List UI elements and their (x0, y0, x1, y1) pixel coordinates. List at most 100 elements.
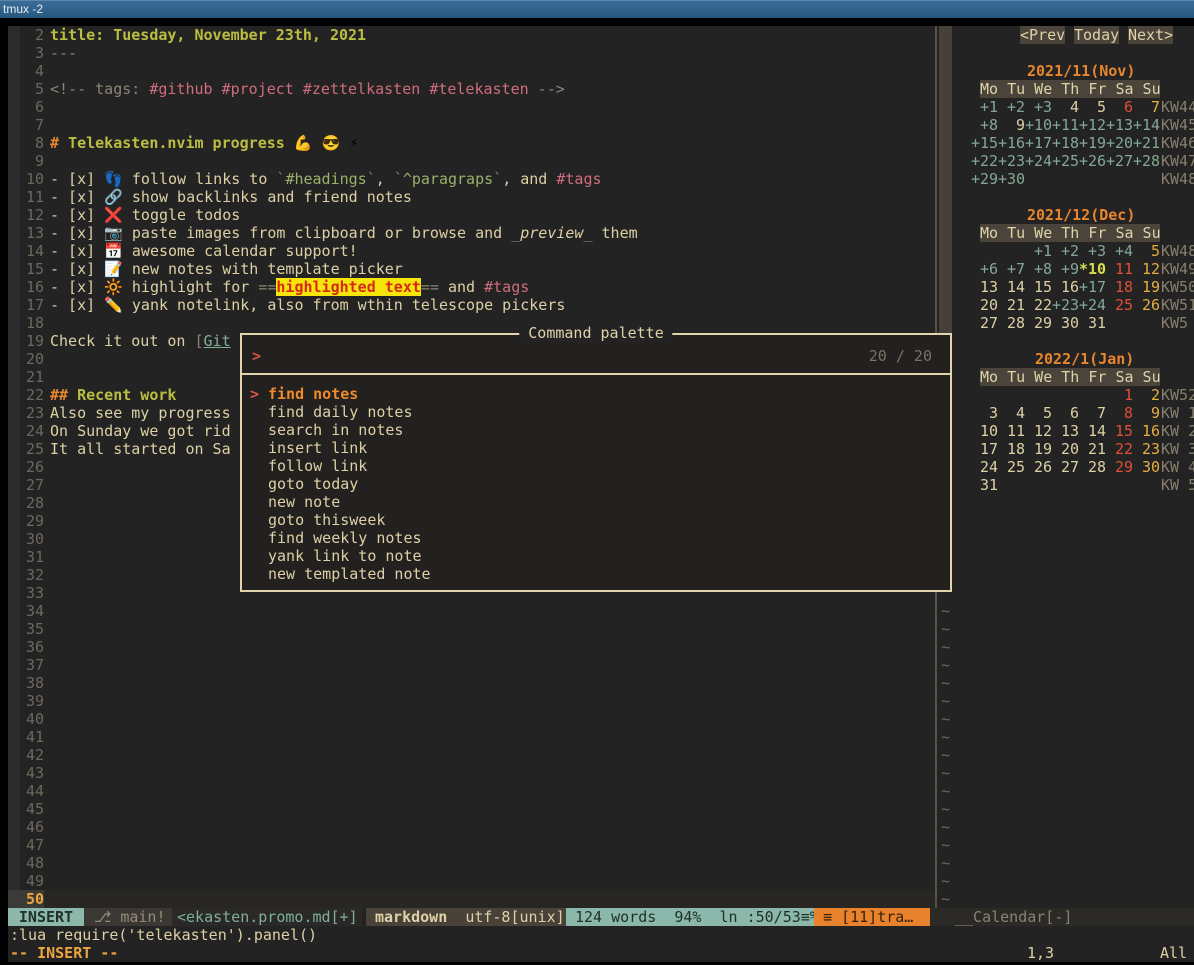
editor-line-46[interactable]: 46 (8, 818, 935, 836)
calendar-day[interactable]: +23 (1052, 296, 1079, 314)
calendar-day[interactable]: 9 (1133, 404, 1160, 422)
calendar-day[interactable]: 7 (1133, 98, 1160, 116)
calendar-day[interactable]: +20 (1106, 134, 1133, 152)
calendar-day[interactable]: 16 (1052, 278, 1079, 296)
editor-line-18[interactable]: 18 (8, 314, 935, 332)
palette-item[interactable]: follow link (242, 457, 950, 475)
palette-item[interactable]: yank link to note (242, 547, 950, 565)
calendar-day[interactable]: 1 (1106, 386, 1133, 404)
calendar-day[interactable]: 15 (1106, 422, 1133, 440)
calendar-day[interactable]: 25 (1106, 296, 1133, 314)
calendar-day[interactable]: 20 (1052, 440, 1079, 458)
editor-line-7[interactable]: 7 (8, 116, 935, 134)
editor-line-48[interactable]: 48 (8, 854, 935, 872)
editor-line-42[interactable]: 42 (8, 746, 935, 764)
calendar-nav-prev[interactable]: <Prev (1020, 26, 1065, 44)
calendar-day[interactable]: 11 (998, 422, 1025, 440)
calendar-day[interactable]: +11 (1052, 116, 1079, 134)
calendar-day[interactable]: 19 (1025, 440, 1052, 458)
calendar-day[interactable]: 2 (1133, 386, 1160, 404)
editor-line-4[interactable]: 4 (8, 62, 935, 80)
calendar-day[interactable]: 15 (1025, 278, 1052, 296)
palette-item[interactable]: insert link (242, 439, 950, 457)
calendar-day[interactable]: 13 (1052, 422, 1079, 440)
editor-line-41[interactable]: 41 (8, 728, 935, 746)
calendar-day[interactable]: 10 (971, 422, 998, 440)
calendar-day[interactable]: +6 (971, 260, 998, 278)
calendar-day[interactable]: +15 (971, 134, 998, 152)
editor-line-3[interactable]: 3--- (8, 44, 935, 62)
calendar-day[interactable]: +7 (998, 260, 1025, 278)
palette-item[interactable]: goto today (242, 475, 950, 493)
palette-item[interactable]: new templated note (242, 565, 950, 583)
palette-item[interactable]: >find notes (242, 385, 950, 403)
calendar-day[interactable]: 18 (1106, 278, 1133, 296)
calendar-day[interactable]: 24 (971, 458, 998, 476)
calendar-day[interactable]: 21 (1079, 440, 1106, 458)
calendar-day[interactable]: 16 (1133, 422, 1160, 440)
calendar-day[interactable]: 17 (971, 440, 998, 458)
calendar-day[interactable]: +8 (971, 116, 998, 134)
calendar-day[interactable]: 5 (1133, 242, 1160, 260)
calendar-day[interactable]: +1 (1025, 242, 1052, 260)
calendar-day[interactable]: +19 (1079, 134, 1106, 152)
calendar-day[interactable]: +8 (1025, 260, 1052, 278)
palette-item[interactable]: search in notes (242, 421, 950, 439)
calendar-day[interactable]: +13 (1106, 116, 1133, 134)
editor-line-10[interactable]: 10- [x] 👣 follow links to `#headings`, `… (8, 170, 935, 188)
calendar-day[interactable]: 27 (1052, 458, 1079, 476)
calendar-day[interactable]: +25 (1052, 152, 1079, 170)
editor-line-38[interactable]: 38 (8, 674, 935, 692)
calendar-day[interactable]: 29 (1025, 314, 1052, 332)
calendar-day[interactable]: 27 (971, 314, 998, 332)
calendar-day[interactable]: 30 (1133, 458, 1160, 476)
editor-line-37[interactable]: 37 (8, 656, 935, 674)
editor-line-40[interactable]: 40 (8, 710, 935, 728)
editor-line-49[interactable]: 49 (8, 872, 935, 890)
editor-line-16[interactable]: 16- [x] 🔆 highlight for ==highlighted te… (8, 278, 935, 296)
calendar-nav-next[interactable]: Next> (1128, 26, 1173, 44)
calendar-day[interactable]: 6 (1052, 404, 1079, 422)
calendar-day[interactable]: 28 (1079, 458, 1106, 476)
calendar-day[interactable]: +24 (1025, 152, 1052, 170)
calendar-day[interactable]: 23 (1133, 440, 1160, 458)
calendar-day[interactable]: 14 (1079, 422, 1106, 440)
calendar-day[interactable]: 28 (998, 314, 1025, 332)
editor-line-12[interactable]: 12- [x] ❌ toggle todos (8, 206, 935, 224)
calendar-day[interactable]: 8 (1106, 404, 1133, 422)
calendar-day[interactable]: 7 (1079, 404, 1106, 422)
command-line[interactable]: :lua require('telekasten').panel() (10, 926, 317, 944)
calendar-day[interactable]: 5 (1079, 98, 1106, 116)
calendar-day[interactable]: +2 (998, 98, 1025, 116)
calendar-day[interactable]: +17 (1079, 278, 1106, 296)
calendar-day[interactable]: 26 (1133, 296, 1160, 314)
calendar-day[interactable]: 13 (971, 278, 998, 296)
calendar-day[interactable]: *10 (1079, 260, 1106, 278)
editor-line-34[interactable]: 34 (8, 602, 935, 620)
calendar-day[interactable]: 4 (998, 404, 1025, 422)
calendar-day[interactable]: +28 (1133, 152, 1160, 170)
editor-line-50[interactable]: 50 (8, 890, 935, 908)
calendar-day[interactable]: +26 (1079, 152, 1106, 170)
editor-line-47[interactable]: 47 (8, 836, 935, 854)
editor-line-44[interactable]: 44 (8, 782, 935, 800)
calendar-day[interactable]: +24 (1079, 296, 1106, 314)
calendar-day[interactable]: 12 (1133, 260, 1160, 278)
editor-line-13[interactable]: 13- [x] 📷 paste images from clipboard or… (8, 224, 935, 242)
calendar-day[interactable]: 25 (998, 458, 1025, 476)
calendar-day[interactable]: +30 (998, 170, 1025, 188)
calendar-day[interactable]: 14 (998, 278, 1025, 296)
editor-line-43[interactable]: 43 (8, 764, 935, 782)
calendar-day[interactable]: 3 (971, 404, 998, 422)
calendar-day[interactable]: 20 (971, 296, 998, 314)
calendar-day[interactable]: 29 (1106, 458, 1133, 476)
calendar-day[interactable]: +23 (998, 152, 1025, 170)
calendar-day[interactable]: 11 (1106, 260, 1133, 278)
calendar-day[interactable]: +29 (971, 170, 998, 188)
editor-line-5[interactable]: 5<!-- tags: #github #project #zettelkast… (8, 80, 935, 98)
calendar-day[interactable]: 31 (971, 476, 998, 494)
calendar-day[interactable]: 6 (1106, 98, 1133, 116)
calendar-day[interactable]: +18 (1052, 134, 1079, 152)
calendar-day[interactable]: +16 (998, 134, 1025, 152)
calendar-day[interactable]: +9 (1052, 260, 1079, 278)
